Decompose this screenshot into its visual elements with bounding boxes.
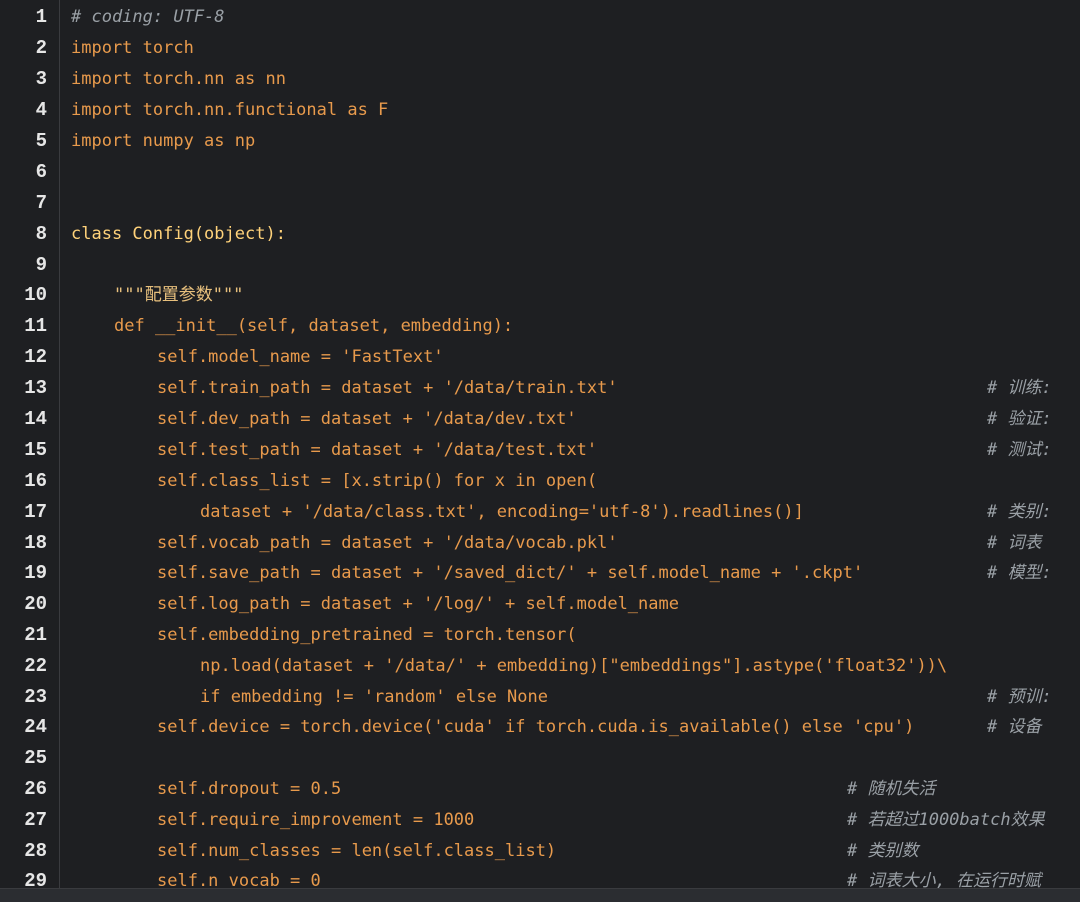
code-line: self.vocab_path = dataset + '/data/vocab… (157, 533, 618, 553)
inline-comment: # 类别: (987, 502, 1052, 522)
code-line: """配置参数""" (114, 285, 244, 305)
code-line: self.train_path = dataset + '/data/train… (157, 378, 618, 398)
code-line: import numpy as np (71, 131, 256, 151)
code-line: self.class_list = [x.strip() for x in op… (157, 471, 598, 491)
line-number: 19 (24, 562, 47, 584)
inline-comment: # 若超过1000batch效果 (847, 810, 1045, 830)
line-number: 15 (24, 439, 47, 461)
inline-comment: # 测试: (987, 440, 1052, 460)
line-number: 21 (24, 624, 47, 646)
line-number: 5 (35, 130, 47, 152)
inline-comment: # 预训: (987, 687, 1052, 707)
line-number: 2 (35, 37, 47, 59)
inline-comment: # 词表大小, 在运行时赋 (847, 871, 1041, 888)
line-number: 26 (24, 778, 47, 800)
line-number: 29 (24, 870, 47, 888)
code-line: def __init__(self, dataset, embedding): (114, 316, 514, 336)
code-line: class Config(object): (71, 224, 286, 244)
line-number: 1 (35, 6, 47, 28)
line-number-gutter: 1 2 3 4 5 6 7 8 9 10 11 12 13 14 15 16 1… (0, 0, 60, 888)
code-line: import torch (71, 38, 194, 58)
line-number: 22 (24, 655, 47, 677)
line-number: 23 (24, 686, 47, 708)
line-number: 18 (24, 532, 47, 554)
inline-comment: # 验证: (987, 409, 1052, 429)
code-line: self.log_path = dataset + '/log/' + self… (157, 594, 679, 614)
line-number: 16 (24, 470, 47, 492)
line-number: 7 (35, 192, 47, 214)
line-number: 20 (24, 593, 47, 615)
inline-comment: # 模型: (987, 563, 1052, 583)
code-editor[interactable]: 1 2 3 4 5 6 7 8 9 10 11 12 13 14 15 16 1… (0, 0, 1080, 888)
line-number: 8 (35, 223, 47, 245)
inline-comment: # 类别数 (847, 841, 919, 861)
code-line: self.save_path = dataset + '/saved_dict/… (157, 563, 864, 583)
line-number: 6 (35, 161, 47, 183)
code-line: self.dropout = 0.5 (157, 779, 342, 799)
inline-comment: # 训练: (987, 378, 1052, 398)
code-line: dataset + '/data/class.txt', encoding='u… (200, 502, 804, 522)
line-number: 10 (24, 284, 47, 306)
code-line: self.require_improvement = 1000 (157, 810, 475, 830)
code-line: self.num_classes = len(self.class_list) (157, 841, 557, 861)
inline-comment: # 随机失活 (847, 779, 936, 799)
line-number: 28 (24, 840, 47, 862)
line-number: 11 (24, 315, 47, 337)
line-number: 17 (24, 501, 47, 523)
code-area[interactable]: # coding: UTF-8 import torch import torc… (71, 0, 1080, 888)
line-number: 3 (35, 68, 47, 90)
horizontal-scrollbar[interactable] (0, 888, 1080, 902)
inline-comment: # 设备 (987, 717, 1042, 737)
line-number: 27 (24, 809, 47, 831)
code-line: self.model_name = 'FastText' (157, 347, 444, 367)
code-line: import torch.nn.functional as F (71, 100, 389, 120)
line-number: 9 (35, 254, 47, 276)
inline-comment: # 词表 (987, 533, 1042, 553)
line-number: 13 (24, 377, 47, 399)
code-line: if embedding != 'random' else None (200, 687, 548, 707)
code-line: self.n_vocab = 0 (157, 871, 321, 888)
line-number: 24 (24, 716, 47, 738)
code-line: import torch.nn as nn (71, 69, 286, 89)
line-number: 25 (24, 747, 47, 769)
line-number: 14 (24, 408, 47, 430)
code-line: self.test_path = dataset + '/data/test.t… (157, 440, 598, 460)
line-number: 4 (35, 99, 47, 121)
code-line: self.dev_path = dataset + '/data/dev.txt… (157, 409, 577, 429)
code-line: self.embedding_pretrained = torch.tensor… (157, 625, 577, 645)
code-line: np.load(dataset + '/data/' + embedding)[… (200, 656, 948, 676)
line-number: 12 (24, 346, 47, 368)
code-line: self.device = torch.device('cuda' if tor… (157, 717, 915, 737)
code-line: # coding: UTF-8 (71, 7, 225, 27)
